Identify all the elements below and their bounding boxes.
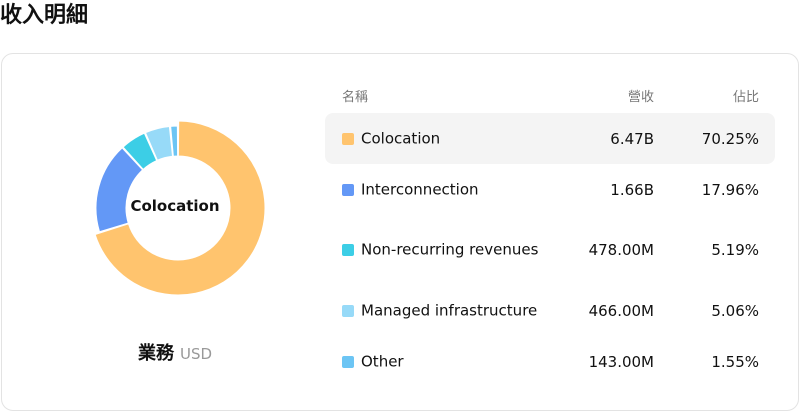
legend-caption: 業務 USD [0,342,350,366]
legend-swatch [342,183,354,196]
legend-title: 業務 [137,343,174,364]
table-row-non-recurring-revenues[interactable]: Non-recurring revenues 478.00M 5.19% [325,224,775,275]
row-name: Non-recurring revenues [361,240,539,258]
header-name: 名稱 [342,90,369,105]
row-revenue: 143.00M [588,352,654,371]
row-name: Other [361,352,404,370]
legend-swatch [342,355,354,368]
header-share: 佔比 [732,90,759,105]
table-row-colocation[interactable]: Colocation 6.47B 70.25% [325,113,775,164]
row-share: 17.96% [701,180,759,199]
header-revenue: 營收 [627,90,654,105]
legend-swatch [342,304,354,317]
row-share: 5.19% [711,240,759,259]
row-share: 70.25% [701,129,759,148]
row-revenue: 478.00M [588,240,654,259]
table-row-managed-infrastructure[interactable]: Managed infrastructure 466.00M 5.06% [325,285,775,336]
row-share: 1.55% [711,352,759,371]
legend-unit: USD [179,345,213,363]
row-name: Interconnection [361,180,479,198]
legend-swatch [342,132,354,145]
row-revenue: 1.66B [610,180,654,199]
row-name: Colocation [361,129,441,147]
table-row-other[interactable]: Other 143.00M 1.55% [325,336,775,387]
table-header: 名稱 營收 佔比 [325,84,775,106]
table-row-interconnection[interactable]: Interconnection 1.66B 17.96% [325,164,775,215]
row-share: 5.06% [711,301,759,320]
row-revenue: 466.00M [588,301,654,320]
page-title: 收入明細 [0,3,89,28]
row-name: Managed infrastructure [361,301,538,319]
legend-swatch [342,243,354,256]
breakdown-table: 名稱 營收 佔比 Colocation 6.47B 70.25% Interconne… [325,84,775,371]
row-revenue: 6.47B [610,129,654,148]
donut-center-label: Colocation [130,197,220,215]
